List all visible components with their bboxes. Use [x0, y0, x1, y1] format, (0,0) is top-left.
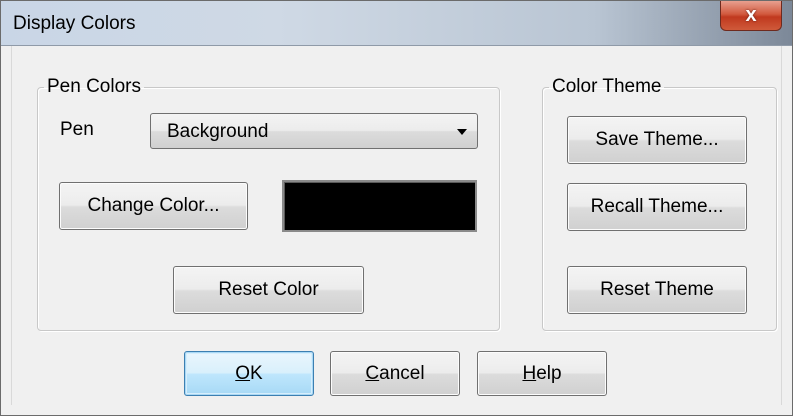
- ok-label-rest: K: [250, 362, 263, 384]
- color-theme-group-label: Color Theme: [552, 76, 662, 97]
- display-colors-dialog: Display Colors x Pen Colors Pen Backgrou…: [0, 0, 793, 416]
- pen-label: Pen: [60, 119, 94, 140]
- ok-accelerator: O: [235, 362, 251, 384]
- help-button[interactable]: Help: [477, 351, 607, 396]
- dropdown-arrow-icon: [457, 129, 467, 135]
- reset-theme-button[interactable]: Reset Theme: [567, 266, 747, 314]
- cancel-accelerator: C: [365, 362, 380, 384]
- dialog-title: Display Colors: [13, 13, 136, 34]
- help-accelerator: H: [522, 362, 537, 384]
- recall-theme-button[interactable]: Recall Theme...: [567, 183, 747, 231]
- dialog-client-area: Pen Colors Pen Background Change Color..…: [11, 46, 782, 405]
- pen-select-value: Background: [167, 121, 269, 142]
- cancel-label-rest: ancel: [379, 362, 425, 384]
- pen-select[interactable]: Background: [150, 113, 478, 149]
- current-color-swatch: [282, 180, 477, 232]
- ok-button[interactable]: OK: [184, 351, 314, 396]
- title-bar[interactable]: Display Colors x: [1, 1, 792, 46]
- change-color-button[interactable]: Change Color...: [59, 182, 248, 230]
- cancel-button[interactable]: Cancel: [330, 351, 460, 396]
- save-theme-button[interactable]: Save Theme...: [567, 116, 747, 164]
- close-icon: x: [745, 4, 757, 26]
- reset-color-button[interactable]: Reset Color: [173, 266, 364, 314]
- pen-colors-group-label: Pen Colors: [47, 76, 141, 97]
- help-label-rest: elp: [536, 362, 562, 384]
- close-button[interactable]: x: [720, 1, 782, 31]
